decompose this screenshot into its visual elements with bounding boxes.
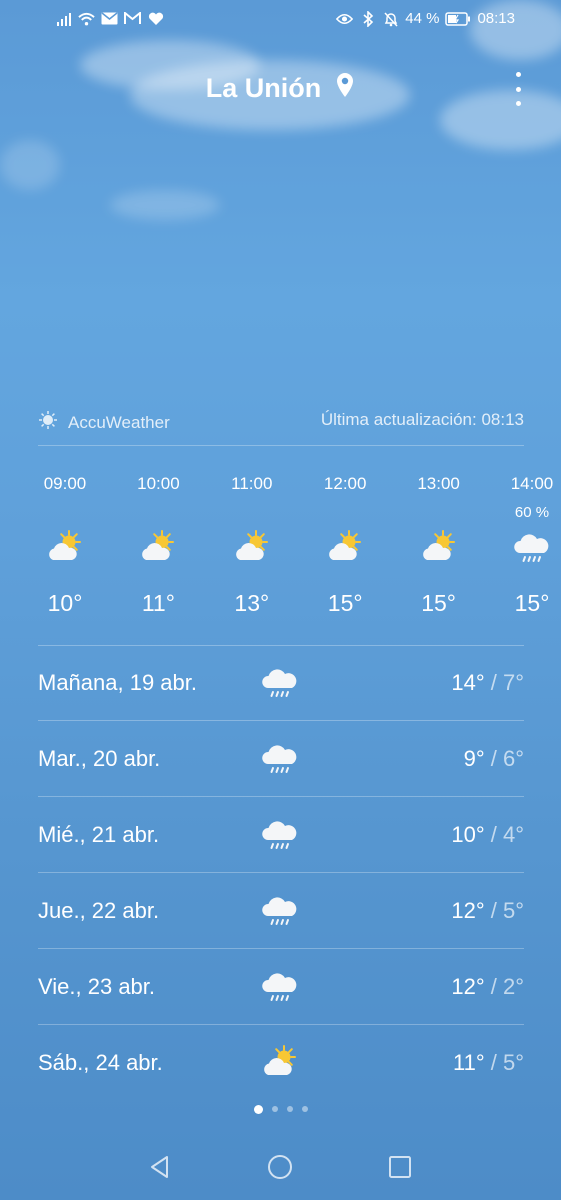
day-temperatures: 9° / 6° — [464, 746, 524, 772]
signal-icon — [55, 10, 72, 27]
hour-temperature: 15° — [421, 590, 456, 616]
rain-cloud-icon — [260, 891, 300, 931]
page-dot[interactable] — [253, 1105, 263, 1114]
city-name[interactable]: La Unión — [206, 73, 322, 104]
daily-row[interactable]: Vie., 23 abr. 12° / 2° — [38, 949, 524, 1025]
rain-cloud-icon — [260, 967, 300, 1007]
day-label: Mañana, 19 abr. — [38, 670, 198, 695]
battery-percent: 44 % — [405, 10, 440, 27]
daily-row[interactable]: Mañana, 19 abr. 14° / 7° — [38, 645, 524, 721]
low-temperature: / 5° — [484, 1050, 524, 1075]
day-label: Mié., 21 abr. — [38, 822, 160, 847]
status-bar: 44 % 08:13 — [0, 0, 561, 40]
low-temperature: / 5° — [484, 898, 524, 923]
more-vert-icon[interactable] — [511, 72, 525, 106]
partly-sunny-icon — [325, 528, 365, 568]
day-temperatures: 12° / 5° — [451, 898, 524, 924]
high-temperature: 9° — [463, 746, 485, 771]
back-icon[interactable] — [145, 1152, 175, 1182]
clock: 08:13 — [477, 10, 515, 27]
heart-icon — [147, 10, 164, 27]
hour-time: 12:00 — [323, 474, 367, 493]
battery-icon — [445, 10, 471, 27]
sky-cloud — [110, 190, 220, 220]
hour-temperature: 13° — [234, 590, 270, 616]
wifi-icon — [78, 10, 95, 27]
low-temperature: / 6° — [484, 746, 524, 771]
daily-row[interactable]: Mar., 20 abr. 9° / 6° — [38, 721, 524, 797]
hour-time: 10:00 — [137, 474, 180, 493]
gmail-icon — [124, 10, 141, 27]
precip-probability: 60 % — [514, 504, 550, 521]
day-temperatures: 12° / 2° — [451, 974, 524, 1000]
partly-sunny-icon — [138, 528, 178, 568]
hourly-forecast[interactable]: 09:00 10° 10:00 11° 11:00 13° 12:00 15° 13:00 15°… — [18, 470, 561, 630]
hour-temperature: 11° — [141, 590, 175, 616]
location-pin-icon[interactable] — [335, 72, 355, 105]
partly-sunny-icon — [260, 1043, 300, 1083]
partly-sunny-icon — [419, 528, 459, 568]
eye-icon — [336, 10, 354, 27]
provider-name[interactable]: AccuWeather — [68, 413, 170, 433]
navigation-bar — [0, 1130, 561, 1200]
rain-cloud-icon — [260, 815, 300, 855]
low-temperature: / 4° — [484, 822, 524, 847]
hour-time: 11:00 — [231, 474, 273, 493]
accuweather-logo-icon — [38, 410, 58, 435]
hour-time: 09:00 — [43, 474, 87, 493]
low-temperature: / 2° — [484, 974, 524, 999]
daily-row[interactable]: Sáb., 24 abr. 11° / 5° — [38, 1025, 524, 1100]
day-temperatures: 11° / 5° — [453, 1050, 524, 1076]
page-dot[interactable] — [286, 1106, 293, 1112]
rain-cloud-icon — [260, 663, 300, 703]
divider — [38, 445, 524, 446]
hour-temperature: 10° — [47, 590, 83, 616]
day-label: Sáb., 24 abr. — [38, 1050, 163, 1075]
day-label: Jue., 22 abr. — [38, 898, 160, 923]
daily-forecast: Mañana, 19 abr. 14° / 7° Mar., 20 abr. 9° /… — [38, 645, 524, 1100]
home-icon[interactable] — [265, 1152, 295, 1182]
rain-cloud-icon — [512, 528, 552, 568]
high-temperature: 11° — [452, 1050, 485, 1075]
last-updated: Última actualización: 08:13 — [320, 410, 524, 429]
provider-row: AccuWeather Última actualización: 08:13 — [38, 406, 524, 436]
header: La Unión — [0, 60, 561, 120]
high-temperature: 14° — [451, 670, 485, 695]
hour-time: 14:00 — [510, 474, 554, 493]
hour-temperature: 15° — [514, 590, 550, 616]
rain-cloud-icon — [260, 739, 300, 779]
partly-sunny-icon — [232, 528, 272, 568]
mail-icon — [101, 10, 118, 27]
high-temperature: 10° — [451, 822, 485, 847]
hour-temperature: 15° — [327, 590, 363, 616]
high-temperature: 12° — [451, 898, 485, 923]
recents-icon[interactable] — [385, 1152, 415, 1182]
partly-sunny-icon — [45, 528, 85, 568]
hour-time: 13:00 — [417, 474, 460, 493]
low-temperature: / 7° — [484, 670, 524, 695]
bluetooth-icon — [359, 10, 376, 27]
day-label: Vie., 23 abr. — [38, 974, 156, 999]
day-temperatures: 14° / 7° — [451, 670, 524, 696]
day-label: Mar., 20 abr. — [38, 746, 161, 771]
high-temperature: 12° — [451, 974, 485, 999]
page-dot[interactable] — [301, 1106, 308, 1112]
daily-row[interactable]: Jue., 22 abr. 12° / 5° — [38, 873, 524, 949]
daily-row[interactable]: Mié., 21 abr. 10° / 4° — [38, 797, 524, 873]
page-dot[interactable] — [271, 1106, 278, 1112]
day-temperatures: 10° / 4° — [451, 822, 524, 848]
sky-cloud — [0, 140, 60, 190]
page-indicator — [0, 1105, 561, 1114]
bell-off-icon — [382, 10, 399, 27]
